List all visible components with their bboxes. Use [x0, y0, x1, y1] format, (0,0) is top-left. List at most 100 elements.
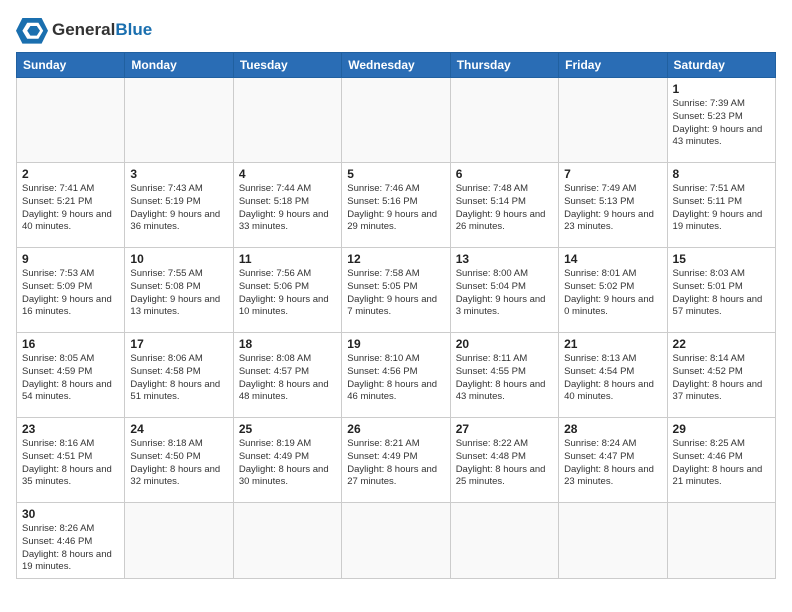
day-number: 3 — [130, 167, 227, 181]
day-number: 10 — [130, 252, 227, 266]
calendar-cell: 26 Sunrise: 8:21 AM Sunset: 4:49 PM Dayli… — [342, 418, 450, 503]
day-info: Sunrise: 7:41 AM Sunset: 5:21 PM Dayligh… — [22, 183, 119, 234]
day-info: Sunrise: 8:16 AM Sunset: 4:51 PM Dayligh… — [22, 438, 119, 489]
day-info: Sunrise: 7:48 AM Sunset: 5:14 PM Dayligh… — [456, 183, 553, 234]
day-number: 22 — [673, 337, 770, 351]
calendar-cell — [342, 503, 450, 579]
calendar-cell: 10 Sunrise: 7:55 AM Sunset: 5:08 PM Dayli… — [125, 248, 233, 333]
header-day-monday: Monday — [125, 53, 233, 78]
day-number: 30 — [22, 507, 119, 521]
day-number: 14 — [564, 252, 661, 266]
calendar-cell: 13Sunrise: 8:00 AM Sunset: 5:04 PM Dayli… — [450, 248, 558, 333]
day-number: 25 — [239, 422, 336, 436]
logo: GeneralBlue — [16, 16, 152, 44]
day-info: Sunrise: 8:11 AM Sunset: 4:55 PM Dayligh… — [456, 353, 553, 404]
day-number: 27 — [456, 422, 553, 436]
day-info: Sunrise: 8:14 AM Sunset: 4:52 PM Dayligh… — [673, 353, 770, 404]
calendar-cell: 3 Sunrise: 7:43 AM Sunset: 5:19 PM Daylig… — [125, 163, 233, 248]
calendar-cell: 5 Sunrise: 7:46 AM Sunset: 5:16 PM Daylig… — [342, 163, 450, 248]
day-info: Sunrise: 8:25 AM Sunset: 4:46 PM Dayligh… — [673, 438, 770, 489]
calendar-cell — [450, 78, 558, 163]
calendar-cell — [450, 503, 558, 579]
day-info: Sunrise: 7:43 AM Sunset: 5:19 PM Dayligh… — [130, 183, 227, 234]
calendar-cell: 18 Sunrise: 8:08 AM Sunset: 4:57 PM Dayli… — [233, 333, 341, 418]
day-info: Sunrise: 7:39 AM Sunset: 5:23 PM Dayligh… — [673, 98, 770, 149]
header-day-saturday: Saturday — [667, 53, 775, 78]
calendar-cell: 20Sunrise: 8:11 AM Sunset: 4:55 PM Dayli… — [450, 333, 558, 418]
day-info: Sunrise: 8:21 AM Sunset: 4:49 PM Dayligh… — [347, 438, 444, 489]
calendar-cell: 16Sunrise: 8:05 AM Sunset: 4:59 PM Dayli… — [17, 333, 125, 418]
calendar-cell: 11 Sunrise: 7:56 AM Sunset: 5:06 PM Dayli… — [233, 248, 341, 333]
day-number: 23 — [22, 422, 119, 436]
calendar-cell: 9Sunrise: 7:53 AM Sunset: 5:09 PM Daylig… — [17, 248, 125, 333]
day-info: Sunrise: 8:08 AM Sunset: 4:57 PM Dayligh… — [239, 353, 336, 404]
calendar-cell — [667, 503, 775, 579]
day-info: Sunrise: 8:26 AM Sunset: 4:46 PM Dayligh… — [22, 523, 119, 574]
day-number: 11 — [239, 252, 336, 266]
day-number: 24 — [130, 422, 227, 436]
day-info: Sunrise: 8:13 AM Sunset: 4:54 PM Dayligh… — [564, 353, 661, 404]
calendar-cell: 19Sunrise: 8:10 AM Sunset: 4:56 PM Dayli… — [342, 333, 450, 418]
calendar-cell: 4Sunrise: 7:44 AM Sunset: 5:18 PM Daylig… — [233, 163, 341, 248]
day-number: 19 — [347, 337, 444, 351]
calendar-cell: 22 Sunrise: 8:14 AM Sunset: 4:52 PM Dayli… — [667, 333, 775, 418]
day-info: Sunrise: 8:18 AM Sunset: 4:50 PM Dayligh… — [130, 438, 227, 489]
calendar-cell: 12Sunrise: 7:58 AM Sunset: 5:05 PM Dayli… — [342, 248, 450, 333]
day-info: Sunrise: 7:51 AM Sunset: 5:11 PM Dayligh… — [673, 183, 770, 234]
header-day-sunday: Sunday — [17, 53, 125, 78]
calendar-cell — [17, 78, 125, 163]
calendar-week-3: 16Sunrise: 8:05 AM Sunset: 4:59 PM Dayli… — [17, 333, 776, 418]
day-number: 15 — [673, 252, 770, 266]
day-number: 26 — [347, 422, 444, 436]
calendar-cell: 29 Sunrise: 8:25 AM Sunset: 4:46 PM Dayli… — [667, 418, 775, 503]
calendar-cell: 6 Sunrise: 7:48 AM Sunset: 5:14 PM Daylig… — [450, 163, 558, 248]
calendar-cell: 21Sunrise: 8:13 AM Sunset: 4:54 PM Dayli… — [559, 333, 667, 418]
day-number: 6 — [456, 167, 553, 181]
calendar-cell: 25Sunrise: 8:19 AM Sunset: 4:49 PM Dayli… — [233, 418, 341, 503]
calendar-cell: 14 Sunrise: 8:01 AM Sunset: 5:02 PM Dayli… — [559, 248, 667, 333]
header-day-wednesday: Wednesday — [342, 53, 450, 78]
calendar-week-1: 2 Sunrise: 7:41 AM Sunset: 5:21 PM Daylig… — [17, 163, 776, 248]
day-info: Sunrise: 8:22 AM Sunset: 4:48 PM Dayligh… — [456, 438, 553, 489]
calendar-cell: 1Sunrise: 7:39 AM Sunset: 5:23 PM Daylig… — [667, 78, 775, 163]
calendar-cell: 7Sunrise: 7:49 AM Sunset: 5:13 PM Daylig… — [559, 163, 667, 248]
day-info: Sunrise: 8:03 AM Sunset: 5:01 PM Dayligh… — [673, 268, 770, 319]
day-number: 8 — [673, 167, 770, 181]
calendar-cell: 27 Sunrise: 8:22 AM Sunset: 4:48 PM Dayli… — [450, 418, 558, 503]
day-info: Sunrise: 8:24 AM Sunset: 4:47 PM Dayligh… — [564, 438, 661, 489]
calendar-cell: 17Sunrise: 8:06 AM Sunset: 4:58 PM Dayli… — [125, 333, 233, 418]
calendar-cell: 8 Sunrise: 7:51 AM Sunset: 5:11 PM Daylig… — [667, 163, 775, 248]
day-number: 9 — [22, 252, 119, 266]
calendar-body: 1Sunrise: 7:39 AM Sunset: 5:23 PM Daylig… — [17, 78, 776, 579]
header-day-friday: Friday — [559, 53, 667, 78]
header-row: SundayMondayTuesdayWednesdayThursdayFrid… — [17, 53, 776, 78]
calendar-cell: 2 Sunrise: 7:41 AM Sunset: 5:21 PM Daylig… — [17, 163, 125, 248]
day-number: 5 — [347, 167, 444, 181]
day-number: 29 — [673, 422, 770, 436]
calendar-cell: 15 Sunrise: 8:03 AM Sunset: 5:01 PM Dayli… — [667, 248, 775, 333]
calendar-table: SundayMondayTuesdayWednesdayThursdayFrid… — [16, 52, 776, 579]
day-info: Sunrise: 8:01 AM Sunset: 5:02 PM Dayligh… — [564, 268, 661, 319]
day-number: 17 — [130, 337, 227, 351]
calendar-cell — [125, 78, 233, 163]
calendar-cell: 24 Sunrise: 8:18 AM Sunset: 4:50 PM Dayli… — [125, 418, 233, 503]
calendar-week-4: 23 Sunrise: 8:16 AM Sunset: 4:51 PM Dayli… — [17, 418, 776, 503]
header-day-thursday: Thursday — [450, 53, 558, 78]
day-number: 12 — [347, 252, 444, 266]
day-number: 2 — [22, 167, 119, 181]
day-info: Sunrise: 7:49 AM Sunset: 5:13 PM Dayligh… — [564, 183, 661, 234]
day-info: Sunrise: 8:05 AM Sunset: 4:59 PM Dayligh… — [22, 353, 119, 404]
calendar-cell: 30 Sunrise: 8:26 AM Sunset: 4:46 PM Dayli… — [17, 503, 125, 579]
calendar-cell — [559, 78, 667, 163]
day-info: Sunrise: 7:55 AM Sunset: 5:08 PM Dayligh… — [130, 268, 227, 319]
calendar-cell: 28 Sunrise: 8:24 AM Sunset: 4:47 PM Dayli… — [559, 418, 667, 503]
calendar-cell: 23 Sunrise: 8:16 AM Sunset: 4:51 PM Dayli… — [17, 418, 125, 503]
calendar-week-2: 9Sunrise: 7:53 AM Sunset: 5:09 PM Daylig… — [17, 248, 776, 333]
day-info: Sunrise: 8:00 AM Sunset: 5:04 PM Dayligh… — [456, 268, 553, 319]
day-info: Sunrise: 7:46 AM Sunset: 5:16 PM Dayligh… — [347, 183, 444, 234]
calendar-cell — [559, 503, 667, 579]
day-number: 28 — [564, 422, 661, 436]
logo-text: GeneralBlue — [52, 21, 152, 40]
day-info: Sunrise: 7:56 AM Sunset: 5:06 PM Dayligh… — [239, 268, 336, 319]
day-number: 18 — [239, 337, 336, 351]
